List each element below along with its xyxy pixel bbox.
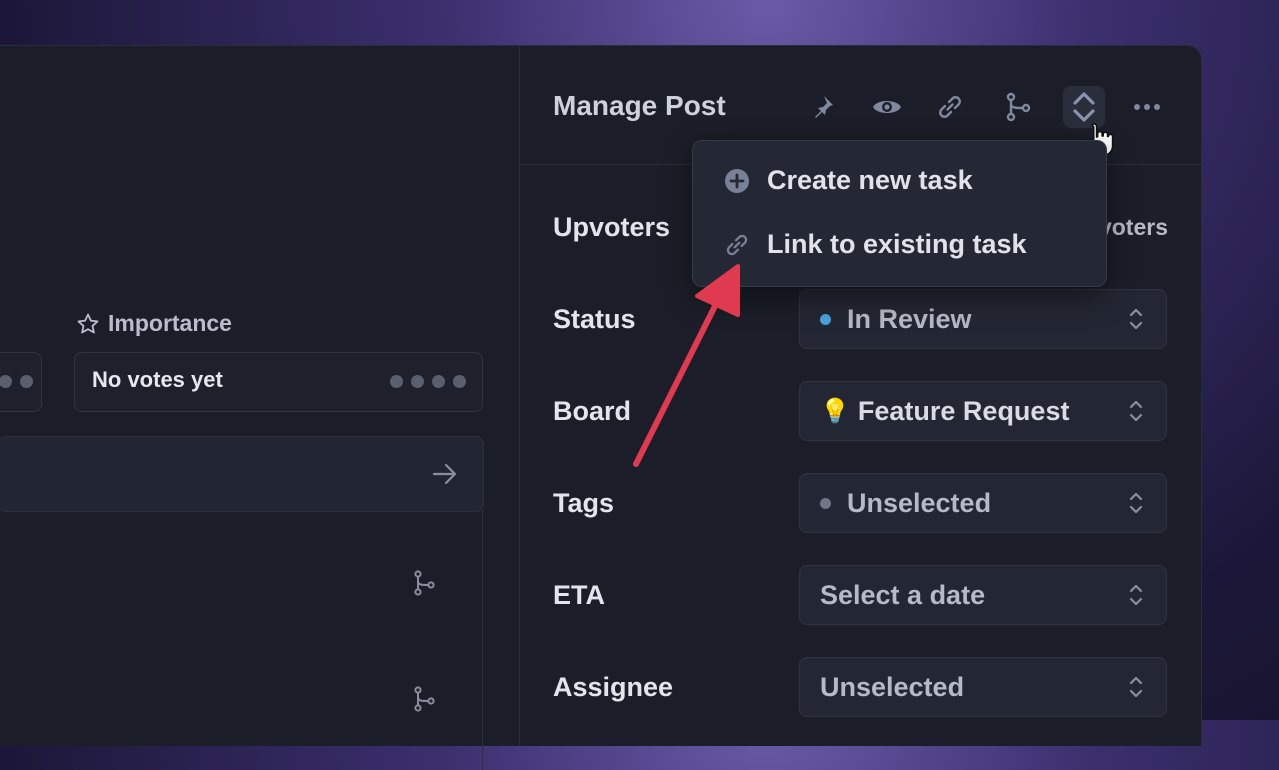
previous-field-box[interactable] [0, 352, 42, 412]
status-select[interactable]: In Review [799, 289, 1167, 349]
vote-dot[interactable] [453, 375, 466, 388]
linked-tasks-list [0, 510, 483, 770]
link-icon [939, 96, 961, 118]
page-title: Manage Post [553, 90, 726, 121]
more-options-button[interactable] [1126, 86, 1168, 128]
importance-votes-box[interactable]: No votes yet [74, 352, 483, 412]
board-label: Board [553, 396, 632, 426]
vote-dot[interactable] [411, 375, 424, 388]
upvoters-label: Upvoters [553, 212, 671, 242]
open-link-bar[interactable] [0, 436, 484, 512]
chevron-updown-icon [1129, 492, 1143, 514]
bulb-icon: 💡 [820, 397, 850, 425]
chevron-updown-icon [1129, 676, 1143, 698]
importance-heading: Importance [76, 310, 232, 337]
branch-icon [1006, 92, 1031, 122]
importance-label: Importance [108, 310, 232, 336]
upvoters-value[interactable]: voters [1099, 214, 1168, 241]
tags-value: Unselected [847, 487, 992, 518]
assignee-select[interactable]: Unselected [799, 657, 1167, 717]
board-value: Feature Request [857, 395, 1070, 426]
chevron-updown-icon [1129, 584, 1143, 606]
plus-circle-icon [725, 168, 749, 193]
votes-text: No votes yet [92, 367, 223, 392]
eta-value: Select a date [820, 579, 986, 610]
create-new-task-label: Create new task [767, 165, 973, 195]
branch-button[interactable] [997, 86, 1039, 128]
chevron-updown-icon [1129, 308, 1143, 330]
create-new-task-item[interactable]: Create new task [723, 165, 973, 196]
board-select[interactable]: 💡 Feature Request [799, 381, 1167, 441]
status-label: Status [553, 304, 636, 334]
arrow-right-icon[interactable] [431, 461, 459, 487]
assignee-label: Assignee [553, 672, 674, 702]
tags-dot [820, 497, 831, 509]
copy-link-button[interactable] [929, 86, 971, 128]
link-existing-task-item[interactable]: Link to existing task [723, 229, 1027, 260]
link-icon [726, 234, 748, 255]
status-dot [820, 313, 831, 325]
status-value: In Review [847, 303, 972, 334]
vote-dot [20, 375, 33, 388]
post-detail-pane: Importance No votes yet [0, 46, 519, 770]
task-dropdown-menu: Create new task Link to existing task [692, 140, 1107, 287]
vote-dot [0, 375, 12, 388]
pin-icon [815, 96, 833, 118]
chevron-updown-icon [1129, 400, 1143, 422]
task-icon [1073, 92, 1095, 122]
eta-date-picker[interactable]: Select a date [799, 565, 1167, 625]
tags-select[interactable]: Unselected [799, 473, 1167, 533]
vote-dot[interactable] [390, 375, 403, 388]
star-icon [77, 313, 99, 333]
branch-icon[interactable] [412, 570, 436, 596]
visibility-button[interactable] [866, 86, 908, 128]
tags-label: Tags [553, 488, 615, 518]
eye-icon [873, 101, 901, 113]
branch-icon[interactable] [412, 686, 436, 712]
more-icon [1134, 104, 1160, 110]
pin-button[interactable] [801, 86, 843, 128]
assignee-value: Unselected [820, 671, 965, 702]
vote-dot[interactable] [432, 375, 445, 388]
link-existing-task-label: Link to existing task [767, 229, 1027, 259]
eta-label: ETA [553, 580, 605, 610]
